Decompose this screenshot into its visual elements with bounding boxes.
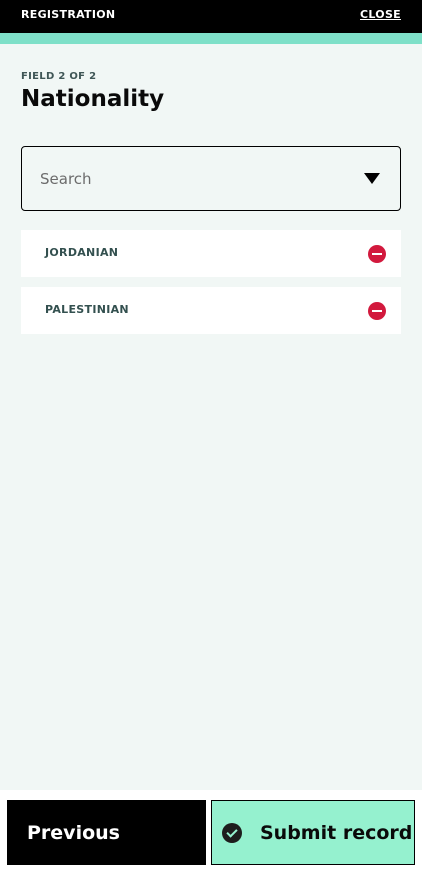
minus-circle-icon[interactable]	[368, 245, 386, 263]
submit-record-button[interactable]: Submit record	[211, 800, 415, 865]
minus-circle-icon[interactable]	[368, 302, 386, 320]
selected-item-label: JORDANIAN	[45, 246, 119, 259]
search-input[interactable]	[40, 167, 340, 191]
check-circle-icon	[222, 823, 242, 843]
progress-fill	[0, 33, 422, 44]
selected-item: JORDANIAN	[21, 230, 401, 277]
selected-item-label: PALESTINIAN	[45, 303, 129, 316]
field-step-label: FIELD 2 OF 2	[21, 71, 97, 82]
app-title: REGISTRATION	[21, 8, 116, 21]
field-title: Nationality	[21, 86, 165, 112]
submit-record-label: Submit record	[260, 822, 413, 844]
selected-item: PALESTINIAN	[21, 287, 401, 334]
search-dropdown[interactable]	[21, 146, 401, 211]
caret-down-icon[interactable]	[364, 173, 380, 184]
top-bar: REGISTRATION CLOSE	[0, 0, 422, 33]
previous-button[interactable]: Previous	[7, 800, 206, 865]
progress-bar	[0, 33, 422, 44]
close-link[interactable]: CLOSE	[360, 8, 401, 21]
